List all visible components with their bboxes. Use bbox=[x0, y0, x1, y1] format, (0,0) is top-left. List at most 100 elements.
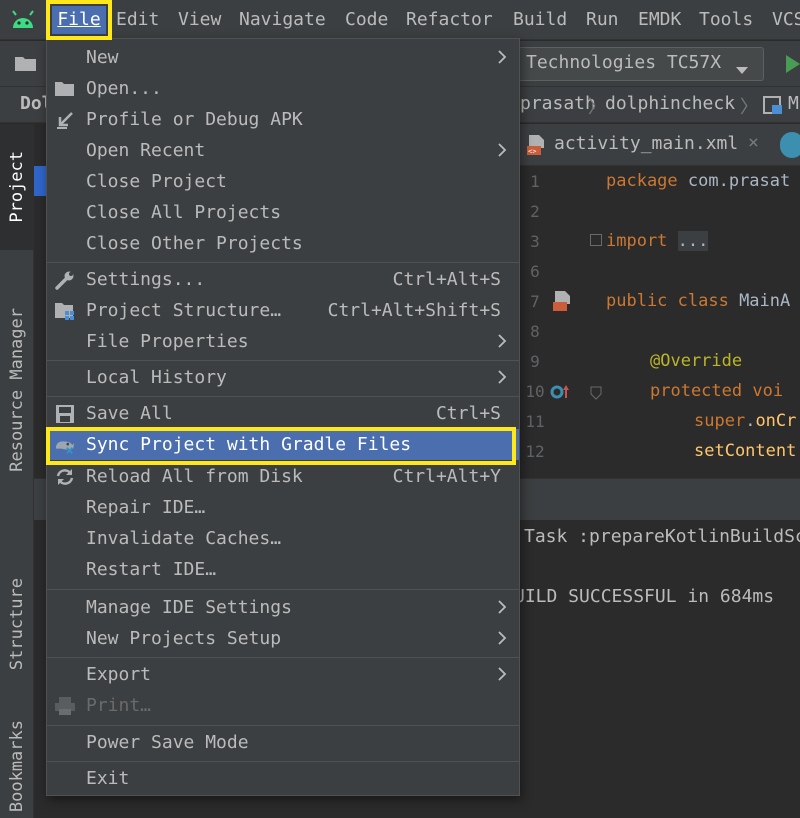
menu-separator bbox=[47, 262, 519, 263]
save-icon bbox=[54, 403, 76, 425]
menu-view[interactable]: View bbox=[178, 6, 221, 34]
override-gutter-icon[interactable] bbox=[550, 382, 572, 402]
menu-item-label: Close All Projects bbox=[86, 202, 282, 223]
menu-item-local-history[interactable]: Local History bbox=[47, 362, 519, 393]
menu-emdk[interactable]: EMDK bbox=[638, 6, 681, 34]
menu-item-label: Local History bbox=[86, 367, 227, 388]
line-number: 11 bbox=[525, 412, 545, 431]
code-line: protected voi bbox=[650, 381, 784, 401]
tool-tab-bookmarks-label: Bookmarks bbox=[7, 719, 27, 813]
device-selector-label: Technologies TC57X bbox=[526, 52, 722, 73]
run-output-panel: Task :prepareKotlinBuildSc UILD SUCCESSF… bbox=[484, 520, 800, 818]
menu-item-label: Exit bbox=[86, 768, 130, 789]
close-icon[interactable]: × bbox=[748, 132, 759, 153]
chevron-right-icon bbox=[498, 631, 507, 645]
printer-icon bbox=[54, 695, 76, 717]
menu-item-settings[interactable]: Settings... Ctrl+Alt+S bbox=[47, 264, 519, 295]
fold-icon[interactable] bbox=[590, 384, 602, 400]
menu-code[interactable]: Code bbox=[345, 6, 388, 34]
menu-item-label: Settings... bbox=[86, 269, 206, 290]
menu-item-file-properties[interactable]: File Properties bbox=[47, 326, 519, 357]
highlight-file-menu bbox=[46, 0, 112, 40]
menu-item-exit[interactable]: Exit bbox=[47, 763, 519, 794]
menu-item-save-all[interactable]: Save All Ctrl+S bbox=[47, 398, 519, 429]
breadcrumb-dolphincheck[interactable]: dolphincheck bbox=[605, 93, 735, 114]
menu-item-close-all-projects[interactable]: Close All Projects bbox=[47, 197, 519, 228]
menu-item-label: Open Recent bbox=[86, 140, 206, 161]
menu-build[interactable]: Build bbox=[513, 6, 567, 34]
tool-tab-bookmarks[interactable]: Bookmarks bbox=[0, 714, 34, 818]
breadcrumb-separator-icon: 〉 bbox=[740, 97, 758, 118]
menu-item-label: Manage IDE Settings bbox=[86, 597, 292, 618]
menu-item-reload-from-disk[interactable]: Reload All from Disk Ctrl+Alt+Y bbox=[47, 461, 519, 492]
menu-item-shortcut: Ctrl+Alt+Y bbox=[392, 466, 501, 487]
menu-item-label: Close Other Projects bbox=[86, 233, 303, 254]
menu-separator bbox=[47, 589, 519, 590]
menu-item-close-other-projects[interactable]: Close Other Projects bbox=[47, 228, 519, 259]
menu-refactor[interactable]: Refactor bbox=[406, 6, 493, 34]
line-number: 8 bbox=[530, 322, 540, 341]
menu-item-open-recent[interactable]: Open Recent bbox=[47, 135, 519, 166]
menu-item-new-projects-setup[interactable]: New Projects Setup bbox=[47, 623, 519, 654]
menu-item-label: Restart IDE… bbox=[86, 559, 217, 580]
menu-item-restart-ide[interactable]: Restart IDE… bbox=[47, 554, 519, 585]
layout-gutter-icon[interactable] bbox=[552, 290, 574, 312]
refresh-icon bbox=[54, 466, 76, 488]
chevron-right-icon bbox=[498, 334, 507, 348]
menu-item-close-project[interactable]: Close Project bbox=[47, 166, 519, 197]
tab-activity-main-xml[interactable]: <> activity_main.xml × bbox=[520, 124, 772, 166]
breadcrumb-prasath[interactable]: prasath bbox=[520, 93, 596, 114]
menu-bar: File Edit View Navigate Code Refactor Bu… bbox=[0, 0, 800, 40]
menu-item-new[interactable]: New bbox=[47, 42, 519, 73]
menu-item-power-save-mode[interactable]: Power Save Mode bbox=[47, 727, 519, 758]
tool-tab-structure-label: Structure bbox=[7, 577, 27, 671]
code-line: package com.prasat bbox=[606, 171, 791, 191]
menu-item-manage-ide-settings[interactable]: Manage IDE Settings bbox=[47, 592, 519, 623]
device-selector[interactable]: Technologies TC57X bbox=[518, 47, 764, 81]
folder-open-icon bbox=[54, 78, 76, 100]
menu-navigate[interactable]: Navigate bbox=[239, 6, 326, 34]
menu-item-profile-debug-apk[interactable]: Profile or Debug APK bbox=[47, 104, 519, 135]
menu-tools[interactable]: Tools bbox=[699, 6, 753, 34]
menu-edit[interactable]: Edit bbox=[116, 6, 159, 34]
wrench-icon bbox=[54, 269, 76, 291]
menu-item-shortcut: Ctrl+S bbox=[435, 403, 501, 424]
menu-item-export[interactable]: Export bbox=[47, 659, 519, 690]
menu-run[interactable]: Run bbox=[586, 6, 619, 34]
breadcrumb-class[interactable]: M bbox=[788, 93, 799, 114]
menu-item-label: Profile or Debug APK bbox=[86, 109, 303, 130]
line-number: 3 bbox=[530, 232, 540, 251]
menu-vcs[interactable]: VCS bbox=[772, 6, 800, 34]
svg-text:<>: <> bbox=[528, 148, 536, 156]
chevron-right-icon bbox=[498, 50, 507, 64]
class-tab-icon[interactable] bbox=[780, 132, 800, 158]
menu-item-label: Repair IDE… bbox=[86, 497, 206, 518]
tool-tab-project[interactable]: Project bbox=[0, 124, 34, 250]
menu-item-project-structure[interactable]: Project Structure… Ctrl+Alt+Shift+S bbox=[47, 295, 519, 326]
menu-item-invalidate-caches[interactable]: Invalidate Caches… bbox=[47, 523, 519, 554]
fold-icon[interactable] bbox=[590, 234, 602, 246]
line-number: 6 bbox=[530, 262, 540, 281]
line-number: 10 bbox=[525, 382, 545, 401]
tool-tab-resource-manager[interactable]: Resource Manager bbox=[0, 272, 34, 508]
menu-item-repair-ide[interactable]: Repair IDE… bbox=[47, 492, 519, 523]
code-line: setContent bbox=[694, 441, 797, 461]
menu-item-label: Close Project bbox=[86, 171, 227, 192]
menu-item-shortcut: Ctrl+Alt+S bbox=[392, 269, 501, 290]
menu-item-label: Save All bbox=[86, 403, 173, 424]
code-line: super.onCr bbox=[694, 411, 797, 431]
menu-item-label: New Projects Setup bbox=[86, 628, 282, 649]
tool-tab-structure[interactable]: Structure bbox=[0, 554, 34, 694]
tool-tab-resource-manager-label: Resource Manager bbox=[7, 308, 27, 472]
chevron-right-icon bbox=[498, 143, 507, 157]
menu-separator bbox=[47, 761, 519, 762]
open-folder-icon[interactable] bbox=[14, 53, 38, 73]
run-icon[interactable] bbox=[784, 53, 800, 75]
menu-item-label: New bbox=[86, 47, 119, 68]
java-class-icon bbox=[762, 95, 784, 115]
left-tool-strip: Project Resource Manager Structure Bookm… bbox=[0, 124, 34, 818]
menu-item-label: Project Structure… bbox=[86, 300, 282, 321]
import-arrow-icon bbox=[54, 109, 76, 131]
menu-item-open[interactable]: Open... bbox=[47, 73, 519, 104]
tool-tab-project-label: Project bbox=[7, 151, 27, 223]
